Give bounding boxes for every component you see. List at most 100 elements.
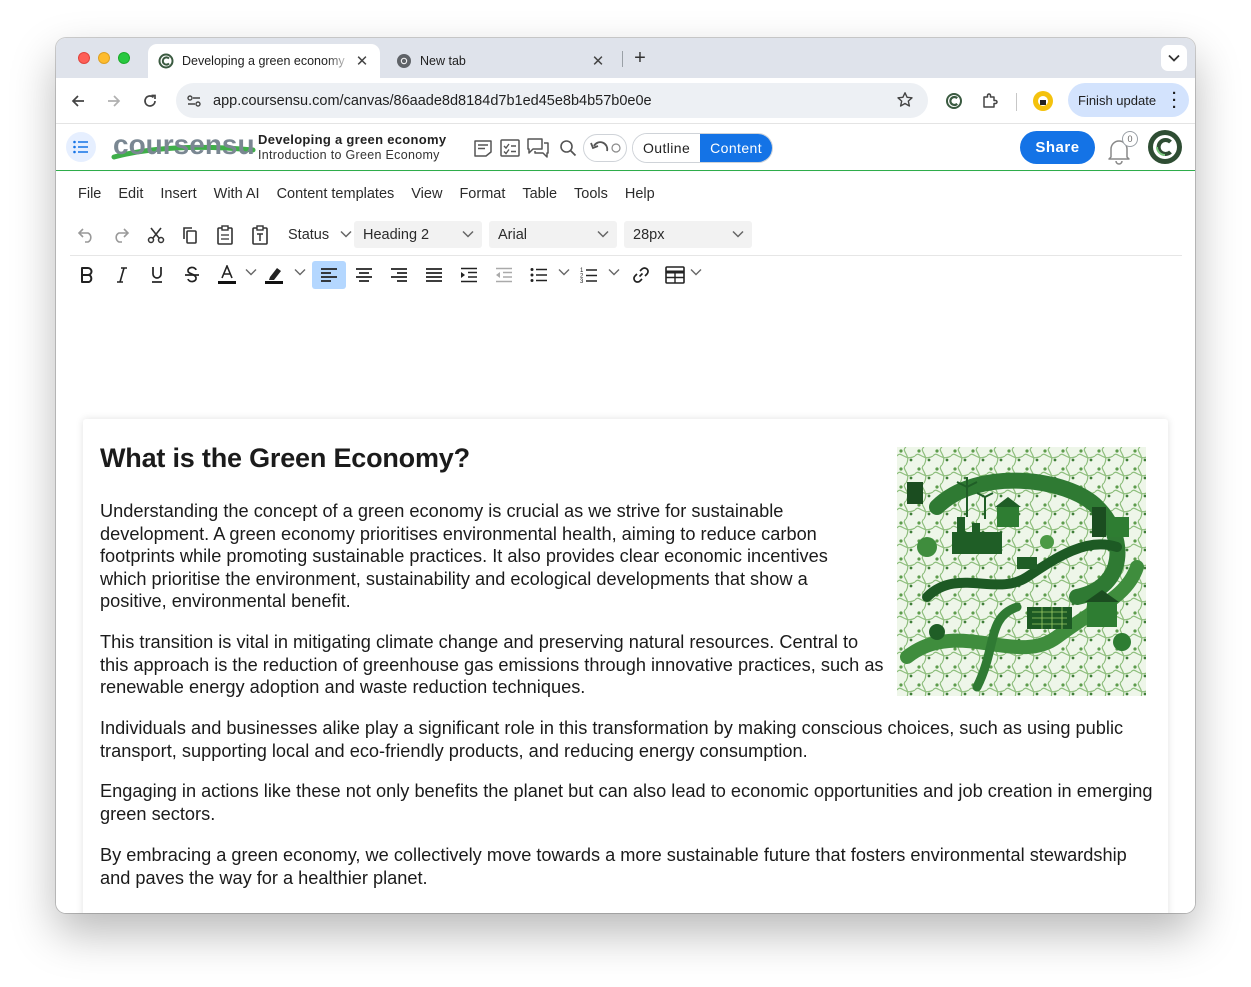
- font-size-select[interactable]: 28px: [624, 221, 752, 248]
- paragraph[interactable]: Understanding the concept of a green eco…: [100, 500, 860, 613]
- finish-update-button[interactable]: Finish update · · ·: [1068, 83, 1189, 117]
- bold-icon[interactable]: [72, 261, 102, 289]
- arrow-left-icon: [71, 95, 84, 107]
- menu-insert[interactable]: Insert: [160, 186, 196, 202]
- chevron-down-icon[interactable]: [245, 268, 257, 276]
- chevron-down-icon: [732, 230, 744, 238]
- text-color-icon[interactable]: [212, 261, 242, 289]
- numbered-list-icon[interactable]: 123: [574, 261, 604, 289]
- extensions-puzzle-icon[interactable]: [978, 89, 1002, 113]
- chevron-down-icon[interactable]: [558, 268, 570, 276]
- outline-tab[interactable]: Outline: [633, 134, 701, 162]
- circle-icon: [611, 143, 621, 153]
- reload-button[interactable]: [138, 89, 162, 113]
- menu-tools[interactable]: Tools: [574, 186, 608, 202]
- paragraph[interactable]: This transition is vital in mitigating c…: [100, 631, 890, 699]
- back-button[interactable]: [66, 89, 90, 113]
- more-vert-icon: · · ·: [1172, 85, 1177, 116]
- link-icon[interactable]: [626, 261, 656, 289]
- strikethrough-icon[interactable]: [177, 261, 207, 289]
- undo-icon: [590, 141, 609, 152]
- share-button[interactable]: Share: [1020, 131, 1095, 164]
- status-dropdown[interactable]: Status: [279, 221, 354, 248]
- forward-button[interactable]: [102, 89, 126, 113]
- chevron-down-icon: [340, 230, 352, 238]
- undo-icon[interactable]: [74, 223, 98, 247]
- menu-content-templates[interactable]: Content templates: [277, 186, 395, 202]
- close-tab-icon[interactable]: ✕: [588, 52, 608, 70]
- paste-as-text-icon[interactable]: [248, 223, 272, 247]
- block-format-select[interactable]: Heading 2: [354, 221, 482, 248]
- tab-divider: [622, 51, 623, 67]
- reload-icon: [144, 94, 156, 107]
- bookmark-star-icon[interactable]: [896, 91, 914, 109]
- font-size-value: 28px: [633, 226, 665, 243]
- view-switcher: Outline Content: [632, 133, 774, 163]
- coursensu-extension-icon[interactable]: [942, 89, 966, 113]
- tab-strip: Developing a green economy ✕ New tab ✕ +: [56, 38, 1195, 78]
- paste-icon[interactable]: [213, 223, 237, 247]
- menu-help[interactable]: Help: [625, 186, 655, 202]
- content-page[interactable]: What is the Green Economy? Understanding…: [83, 419, 1168, 913]
- minimize-window-button[interactable]: [98, 52, 110, 64]
- underline-icon[interactable]: [142, 261, 172, 289]
- url-text: app.coursensu.com/canvas/86aade8d8184d7b…: [213, 92, 652, 109]
- user-avatar[interactable]: [1148, 130, 1182, 164]
- tab-active[interactable]: Developing a green economy ✕: [148, 44, 380, 78]
- block-format-value: Heading 2: [363, 226, 430, 243]
- chevron-down-icon: [462, 230, 474, 238]
- paragraph[interactable]: Engaging in actions like these not only …: [100, 780, 1160, 825]
- history-toggle[interactable]: [583, 134, 627, 162]
- close-tab-icon[interactable]: ✕: [352, 52, 372, 70]
- search-icon[interactable]: [555, 135, 581, 161]
- paragraph[interactable]: Individuals and businesses alike play a …: [100, 717, 1160, 762]
- chevron-down-icon[interactable]: [294, 268, 306, 276]
- notes-icon[interactable]: [470, 135, 496, 161]
- chevron-down-icon[interactable]: [608, 268, 620, 276]
- tab-new[interactable]: New tab ✕: [386, 44, 616, 78]
- page-title[interactable]: What is the Green Economy?: [100, 443, 470, 474]
- site-settings-icon[interactable]: [186, 93, 202, 109]
- address-bar[interactable]: app.coursensu.com/canvas/86aade8d8184d7b…: [176, 83, 928, 118]
- browser-toolbar: app.coursensu.com/canvas/86aade8d8184d7b…: [56, 78, 1195, 124]
- status-label: Status: [288, 226, 330, 243]
- menu-view[interactable]: View: [411, 186, 442, 202]
- table-icon[interactable]: [660, 261, 690, 289]
- align-center-icon[interactable]: [349, 261, 379, 289]
- checklist-icon[interactable]: [497, 135, 523, 161]
- menu-table[interactable]: Table: [522, 186, 557, 202]
- menu-with-ai[interactable]: With AI: [214, 186, 260, 202]
- align-justify-icon[interactable]: [419, 261, 449, 289]
- cut-icon[interactable]: [144, 223, 168, 247]
- align-right-icon[interactable]: [384, 261, 414, 289]
- close-window-button[interactable]: [78, 52, 90, 64]
- profile-avatar-icon[interactable]: [1031, 89, 1055, 113]
- content-tab[interactable]: Content: [700, 134, 773, 162]
- copy-icon[interactable]: [178, 223, 202, 247]
- menu-bar: File Edit Insert With AI Content templat…: [78, 186, 672, 202]
- tab-title: New tab: [420, 54, 466, 68]
- green-economy-illustration[interactable]: [897, 447, 1146, 696]
- paragraph[interactable]: By embracing a green economy, we collect…: [100, 844, 1160, 889]
- tab-search-button[interactable]: [1161, 45, 1187, 71]
- redo-icon[interactable]: [109, 223, 133, 247]
- course-menu-button[interactable]: [66, 132, 96, 162]
- outdent-icon[interactable]: [489, 261, 519, 289]
- font-family-select[interactable]: Arial: [489, 221, 617, 248]
- chevron-down-icon[interactable]: [690, 268, 702, 276]
- zoom-window-button[interactable]: [118, 52, 130, 64]
- menu-edit[interactable]: Edit: [118, 186, 143, 202]
- highlight-color-icon[interactable]: [260, 261, 290, 289]
- align-left-icon[interactable]: [312, 261, 346, 289]
- bullet-list-icon[interactable]: [524, 261, 554, 289]
- italic-icon[interactable]: [107, 261, 137, 289]
- browser-window: Developing a green economy ✕ New tab ✕ +: [56, 38, 1195, 913]
- indent-icon[interactable]: [454, 261, 484, 289]
- coursensu-logo[interactable]: coursensu.: [111, 130, 256, 162]
- comments-icon[interactable]: [525, 135, 551, 161]
- notifications-button[interactable]: 0: [1106, 131, 1138, 165]
- toolbar-divider: [1016, 93, 1017, 111]
- new-tab-button[interactable]: +: [628, 47, 652, 71]
- menu-format[interactable]: Format: [459, 186, 505, 202]
- menu-file[interactable]: File: [78, 186, 101, 202]
